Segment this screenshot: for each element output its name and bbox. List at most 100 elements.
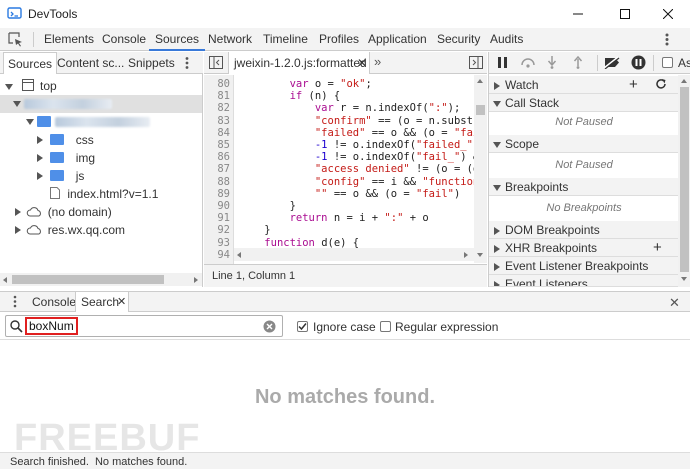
search-input[interactable]: boxNum xyxy=(5,315,283,337)
line-number[interactable]: 92 xyxy=(204,224,230,236)
ignore-case-checkbox[interactable] xyxy=(297,321,308,332)
scroll-up-arrow-icon[interactable] xyxy=(477,79,483,83)
section-watch[interactable]: Watch + xyxy=(489,76,690,94)
scroll-right-arrow-icon[interactable] xyxy=(194,277,198,283)
line-number[interactable]: 90 xyxy=(204,200,230,212)
add-xhr-breakpoint-icon[interactable]: + xyxy=(653,239,662,257)
line-number[interactable]: 86 xyxy=(204,151,230,163)
section-scope[interactable]: Scope xyxy=(489,135,690,153)
code-line[interactable]: -1 != o.indexOf("failed_") & xyxy=(239,139,474,151)
pause-icon[interactable] xyxy=(498,57,507,68)
toggle-debugger-icon[interactable] xyxy=(469,56,483,69)
scroll-up-arrow-icon[interactable] xyxy=(681,79,687,83)
line-number[interactable]: 85 xyxy=(204,139,230,151)
code-line[interactable]: "failed" == o && (o = "fail" xyxy=(239,127,474,139)
section-event-listener-breakpoints[interactable]: Event Listener Breakpoints xyxy=(489,257,690,275)
line-number[interactable]: 82 xyxy=(204,102,230,114)
scroll-down-arrow-icon[interactable] xyxy=(477,253,483,257)
toggle-navigator-icon[interactable] xyxy=(209,56,223,69)
scroll-left-arrow-icon[interactable] xyxy=(3,277,7,283)
scrollbar-thumb[interactable] xyxy=(476,105,485,115)
line-number[interactable]: 93 xyxy=(204,237,230,249)
line-number[interactable]: 89 xyxy=(204,188,230,200)
tab-elements[interactable]: Elements xyxy=(38,28,100,51)
tab-application[interactable]: Application xyxy=(362,28,433,51)
step-over-icon[interactable] xyxy=(521,57,535,68)
code-line[interactable]: } xyxy=(239,224,474,236)
section-dom-breakpoints[interactable]: DOM Breakpoints xyxy=(489,221,690,239)
tree-item-folder-redacted[interactable] xyxy=(0,113,202,131)
line-number[interactable]: 88 xyxy=(204,176,230,188)
tree-item-index-html[interactable]: index.html?v=1.1 xyxy=(50,185,158,203)
regular-expression-checkbox[interactable] xyxy=(380,321,391,332)
drawer-tab-console[interactable]: Console xyxy=(26,292,82,312)
code-line[interactable]: var r = n.indexOf(":"); xyxy=(239,102,474,114)
code-line[interactable]: "confirm" == (o = n.substrin xyxy=(239,115,474,127)
tree-item-js[interactable]: js xyxy=(37,167,84,185)
line-number[interactable]: 87 xyxy=(204,163,230,175)
code-line[interactable]: "config" == i && "function n xyxy=(239,176,474,188)
tab-snippets[interactable]: Snippets xyxy=(124,52,179,74)
tab-profiles[interactable]: Profiles xyxy=(313,28,365,51)
tab-console[interactable]: Console xyxy=(96,28,152,51)
file-tab-jweixin[interactable]: jweixin-1.2.0.js:formatted ✕ xyxy=(228,52,370,74)
line-number[interactable]: 94 xyxy=(204,249,230,261)
sidebar-vertical-scrollbar[interactable] xyxy=(678,75,690,287)
code-line[interactable]: var o = "ok"; xyxy=(239,78,474,90)
more-options-icon[interactable] xyxy=(664,32,670,47)
tab-audits[interactable]: Audits xyxy=(484,28,529,51)
scroll-down-arrow-icon[interactable] xyxy=(681,277,687,281)
refresh-icon[interactable] xyxy=(655,78,667,90)
line-number[interactable]: 84 xyxy=(204,127,230,139)
close-window-button[interactable] xyxy=(645,0,690,28)
line-number[interactable]: 81 xyxy=(204,90,230,102)
tree-item-no-domain[interactable]: (no domain) xyxy=(15,203,112,221)
scrollbar-thumb[interactable] xyxy=(12,275,164,284)
tab-timeline[interactable]: Timeline xyxy=(257,28,314,51)
code-line[interactable]: return n = i + ":" + o xyxy=(239,212,474,224)
more-tabs-icon[interactable]: » xyxy=(374,54,381,69)
deactivate-breakpoints-icon[interactable] xyxy=(603,56,621,69)
code-line[interactable] xyxy=(239,249,474,261)
inspect-element-icon[interactable] xyxy=(8,32,23,47)
drawer-menu-icon[interactable] xyxy=(13,295,17,308)
close-drawer-icon[interactable]: ✕ xyxy=(669,295,680,311)
tree-item-domain-selected[interactable] xyxy=(0,95,202,113)
minimize-button[interactable] xyxy=(555,0,601,28)
tree-item-top[interactable]: top xyxy=(5,77,57,95)
code-line[interactable]: "" == o && (o = "fail") xyxy=(239,188,474,200)
navigator-horizontal-scrollbar[interactable] xyxy=(0,273,202,286)
code-line[interactable]: } xyxy=(239,200,474,212)
code-line[interactable]: if (n) { xyxy=(239,90,474,102)
pause-on-exceptions-icon[interactable] xyxy=(631,55,646,70)
tab-sources[interactable]: Sources xyxy=(149,28,206,51)
drawer-tab-search[interactable]: Search ✕ xyxy=(75,292,129,312)
code-line[interactable]: "access denied" != (o = (o = xyxy=(239,163,474,175)
close-drawer-tab-icon[interactable]: ✕ xyxy=(117,295,126,308)
navigator-menu-icon[interactable] xyxy=(184,56,190,70)
scrollbar-thumb[interactable] xyxy=(680,87,689,272)
line-number[interactable]: 80 xyxy=(204,78,230,90)
section-xhr-breakpoints[interactable]: XHR Breakpoints + xyxy=(489,239,690,257)
editor-vertical-scrollbar[interactable] xyxy=(474,75,487,263)
clear-search-icon[interactable] xyxy=(263,320,276,333)
code-line[interactable]: function d(e) { xyxy=(239,237,474,249)
close-tab-icon[interactable]: ✕ xyxy=(357,56,367,70)
step-out-icon[interactable] xyxy=(573,56,583,69)
section-call-stack[interactable]: Call Stack xyxy=(489,94,690,112)
step-into-icon[interactable] xyxy=(547,56,557,69)
tree-item-css[interactable]: css xyxy=(37,131,94,149)
section-event-listeners[interactable]: Event Listeners xyxy=(489,275,690,287)
tab-content-scripts[interactable]: Content sc... xyxy=(53,52,128,74)
add-watch-icon[interactable]: + xyxy=(629,76,638,94)
async-checkbox[interactable] xyxy=(662,57,673,68)
section-breakpoints[interactable]: Breakpoints xyxy=(489,178,690,196)
tab-network[interactable]: Network xyxy=(202,28,258,51)
code-line[interactable]: -1 != o.indexOf("fail_") && xyxy=(239,151,474,163)
maximize-button[interactable] xyxy=(602,0,648,28)
tree-item-img[interactable]: img xyxy=(37,149,95,167)
line-number[interactable]: 91 xyxy=(204,212,230,224)
line-number[interactable]: 83 xyxy=(204,115,230,127)
tab-security[interactable]: Security xyxy=(431,28,486,51)
tree-item-res-wx-qq[interactable]: res.wx.qq.com xyxy=(15,221,125,239)
